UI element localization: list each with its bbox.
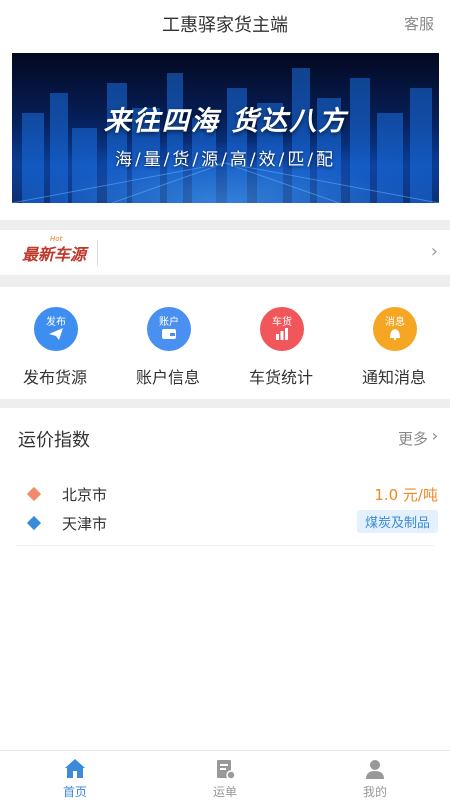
origin-marker-icon — [26, 486, 42, 502]
section-title: 运价指数 — [18, 430, 90, 451]
customer-service-button[interactable]: 客服 — [404, 13, 434, 34]
tab-home[interactable]: 首页 — [0, 751, 150, 800]
banner-subtitle: 海/量/货/源/高/效/匹/配 — [114, 150, 337, 170]
page-title: 工惠驿家货主端 — [162, 15, 288, 36]
freight-index-card: 运价指数 更多 › 北京市 1.0 元/吨 天津市 煤炭及制品 — [0, 408, 450, 750]
home-icon — [65, 759, 85, 778]
waybill-icon — [217, 760, 236, 780]
bottom-tab-bar: 首页 运单 我的 — [0, 750, 450, 800]
destination-marker-icon — [26, 515, 42, 531]
latest-vehicles-logo: 最新车源 — [22, 245, 87, 264]
menu-label: 通知消息 — [361, 368, 426, 387]
origin-city: 北京市 — [62, 486, 108, 504]
menu-vehicle-stats[interactable]: 车货 车货统计 — [226, 287, 336, 399]
tab-label: 我的 — [362, 785, 387, 799]
route-destination-row[interactable]: 天津市 煤炭及制品 — [0, 510, 450, 540]
banner-slogan: 来往四海 货达八方 — [103, 106, 348, 137]
chevron-right-icon[interactable]: › — [432, 426, 438, 445]
menu-label: 车货统计 — [248, 368, 313, 387]
menu-account-info[interactable]: 账户 账户信息 — [113, 287, 223, 399]
cargo-type-badge: 煤炭及制品 — [356, 510, 438, 533]
route-origin-row[interactable]: 北京市 1.0 元/吨 — [0, 481, 450, 511]
tab-profile[interactable]: 我的 — [300, 751, 450, 800]
menu-notifications[interactable]: 消息 通知消息 — [339, 287, 449, 399]
divider — [97, 240, 98, 266]
more-link[interactable]: 更多 — [398, 428, 428, 449]
destination-city: 天津市 — [62, 515, 108, 533]
chart-icon: 车货 — [260, 307, 304, 351]
bell-icon: 消息 — [373, 307, 417, 351]
header-bar: 工惠驿家货主端 客服 — [0, 0, 450, 46]
wallet-icon: 账户 — [147, 307, 191, 351]
promo-banner[interactable]: 来往四海 货达八方 海/量/货/源/高/效/匹/配 — [12, 53, 439, 203]
tab-label: 首页 — [62, 785, 87, 799]
banner-section: 来往四海 货达八方 海/量/货/源/高/效/匹/配 — [0, 46, 450, 220]
latest-vehicles-bar[interactable]: Hot 最新车源 › — [0, 230, 450, 275]
divider — [16, 545, 434, 546]
menu-label: 账户信息 — [135, 368, 200, 387]
user-icon — [366, 760, 384, 779]
tab-label: 运单 — [212, 785, 237, 799]
tab-waybill[interactable]: 运单 — [150, 751, 300, 800]
menu-publish-cargo[interactable]: 发布 发布货源 — [0, 287, 110, 399]
send-icon: 发布 — [34, 307, 78, 351]
freight-price: 1.0 元/吨 — [374, 486, 438, 504]
quick-menu: 发布 发布货源 账户 账户信息 车货 车货统计 消息 通知消息 — [0, 287, 450, 399]
chevron-right-icon[interactable]: › — [431, 241, 438, 262]
menu-label: 发布货源 — [22, 368, 87, 387]
